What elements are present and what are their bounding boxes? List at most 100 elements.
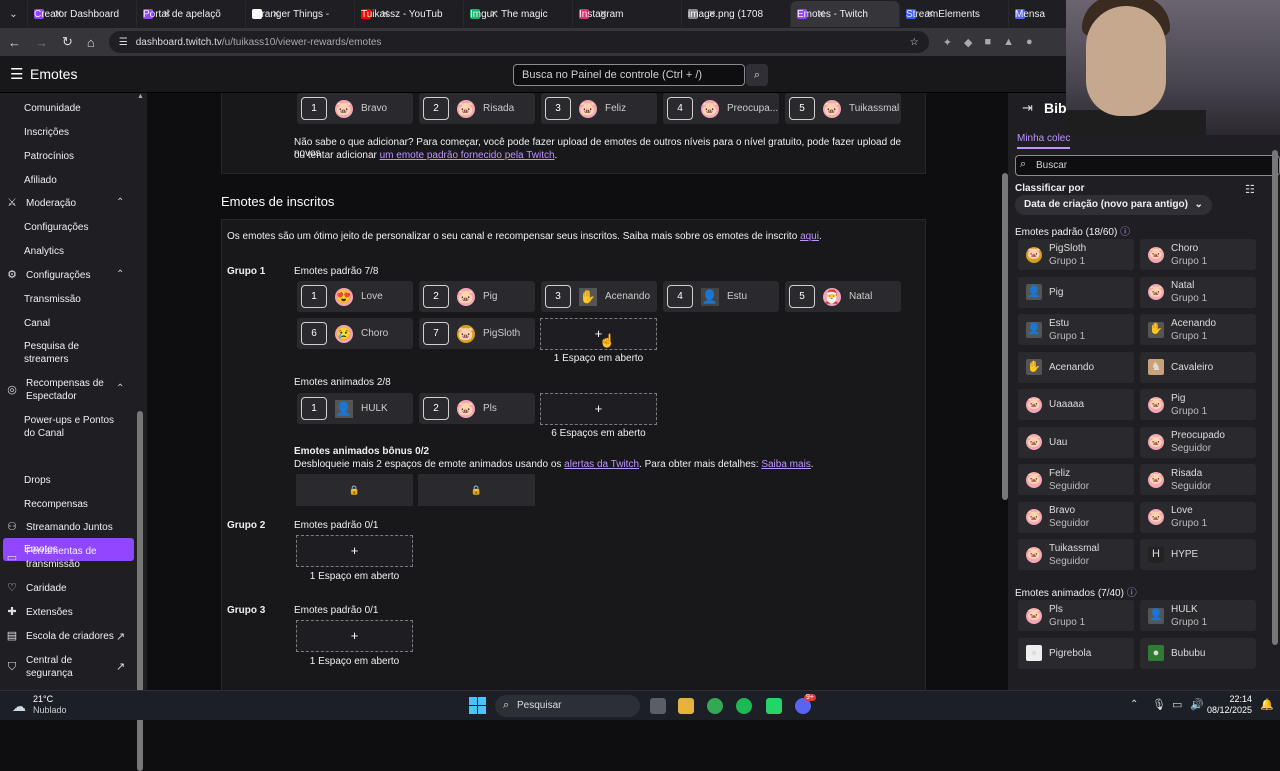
scroll-up-icon[interactable]: ▲ [137, 93, 145, 100]
windows-start-icon[interactable] [469, 697, 486, 714]
sidebar-item-ferramentas[interactable]: ▭ Ferramentas de transmissão [6, 545, 116, 571]
network-icon[interactable]: ▭ [1172, 698, 1182, 711]
emote-slot[interactable]: 1 🐷 Bravo [297, 93, 413, 124]
weather-status[interactable]: Nublado [33, 705, 67, 715]
info-icon[interactable]: ⓘ [1127, 588, 1137, 599]
browser-tab[interactable]: image.png (1708 ✕ [682, 1, 791, 27]
library-emote-item[interactable]: ● Pigrebola [1018, 637, 1134, 669]
library-emote-item[interactable]: ● Bububu [1140, 637, 1256, 669]
emote-slot[interactable]: 2 🐷 Pls [419, 393, 535, 424]
library-emote-item[interactable]: 👤 Estu Grupo 1 [1018, 314, 1134, 345]
emote-slot[interactable]: 3 ✋ Acenando [541, 281, 657, 312]
sidebar-section-moderacao[interactable]: ⚔ Moderação [6, 197, 76, 210]
external-link-icon[interactable]: ↗ [116, 630, 125, 643]
emote-slot[interactable]: 4 🐷 Preocupa... [663, 93, 779, 124]
weather-temp[interactable]: 21°C [33, 694, 53, 704]
library-emote-item[interactable]: 🐷 Risada Seguidor [1140, 464, 1256, 495]
home-icon[interactable]: ⌂ [87, 35, 95, 50]
sidebar-item-transmissao[interactable]: Transmissão [24, 293, 81, 306]
library-emote-item[interactable]: 🐷 Uaaaaa [1018, 389, 1134, 420]
chevron-up-icon[interactable]: ⌃ [1130, 699, 1138, 710]
emote-slot[interactable]: 3 🐷 Feliz [541, 93, 657, 124]
browser-tab[interactable]: StreamElements ✕ [900, 1, 1009, 27]
library-emote-item[interactable]: 👤 Pig [1018, 276, 1134, 308]
search-icon[interactable]: ⌕ [746, 64, 768, 86]
emote-slot[interactable]: 1 😍 Love [297, 281, 413, 312]
browser-tab[interactable]: Portal de apelaçõ ✕ [137, 1, 246, 27]
emote-slot[interactable]: 4 👤 Estu [663, 281, 779, 312]
sidebar-item-powerups[interactable]: Power-ups e Pontos do Canal [24, 414, 124, 440]
sidebar-item-comunidade[interactable]: Comunidade [24, 102, 81, 115]
default-emote-link[interactable]: um emote padrão fornecido pela Twitch [380, 150, 555, 161]
library-scrollbar[interactable] [1272, 150, 1278, 645]
sidebar-item-patrocinios[interactable]: Patrocínios [24, 150, 74, 163]
library-emote-item[interactable]: ✋ Acenando Grupo 1 [1140, 314, 1256, 345]
emote-slot[interactable]: 5 🎅 Natal [785, 281, 901, 312]
sidebar-item-canal[interactable]: Canal [24, 317, 50, 330]
forward-icon[interactable]: → [35, 35, 48, 50]
browser-tab[interactable]: Instagram ✕ [573, 1, 682, 27]
external-link-icon[interactable]: ↗ [116, 660, 125, 673]
browser-tab-active[interactable]: Emotes - Twitch ✕ [791, 1, 900, 27]
menu-icon[interactable]: ☰ [10, 65, 24, 83]
clock-time[interactable]: 22:14 [1210, 694, 1252, 704]
extension-icon[interactable]: ▲ [1003, 36, 1014, 49]
sidebar-item-pesquisa[interactable]: Pesquisa de streamers [24, 340, 114, 366]
browser-tab[interactable]: Mensa [1009, 1, 1069, 27]
learn-more-link[interactable]: Saiba mais [761, 459, 810, 470]
browser-tab[interactable]: Imgur: The magic ✕ [464, 1, 573, 27]
library-emote-item[interactable]: 🐷 Natal Grupo 1 [1140, 276, 1256, 308]
sidebar-item-streamando-juntos[interactable]: ⚇ Streamando Juntos [6, 521, 113, 534]
sidebar-item-extensoes[interactable]: ✚ Extensões [6, 606, 72, 619]
library-emote-item[interactable]: 🐷 Pls Grupo 1 [1018, 600, 1134, 631]
site-info-icon[interactable]: ☰ [119, 37, 128, 48]
add-emote-button[interactable]: + [296, 620, 413, 652]
sidebar-section-recompensas[interactable]: ◎ Recompensas de Espectador [6, 377, 108, 403]
chrome-icon[interactable] [707, 698, 723, 714]
library-emote-item[interactable]: 🐷 Choro Grupo 1 [1140, 239, 1256, 270]
extension-icon[interactable]: ◆ [964, 36, 972, 49]
add-animated-emote-button[interactable]: + [540, 393, 657, 425]
whatsapp-icon[interactable] [766, 698, 782, 714]
sidebar-item-caridade[interactable]: ♡ Caridade [6, 582, 67, 595]
star-icon[interactable]: ☆ [910, 37, 919, 48]
emote-slot[interactable]: 2 🐷 Risada [419, 93, 535, 124]
notification-bell-icon[interactable]: 🔔 [1260, 698, 1274, 711]
sidebar-item-afiliado[interactable]: Afiliado [24, 174, 57, 187]
back-icon[interactable]: ← [8, 35, 21, 50]
browser-tab[interactable]: Tuikassz - YouTub ✕ [355, 1, 464, 27]
sidebar-item-inscricoes[interactable]: Inscrições [24, 126, 69, 139]
chevron-up-icon[interactable]: ⌃ [116, 383, 124, 394]
library-emote-item[interactable]: H HYPE [1140, 539, 1256, 570]
sidebar-item-analytics[interactable]: Analytics [24, 245, 64, 258]
info-icon[interactable]: ⓘ [1120, 227, 1130, 238]
sidebar-item-recompensas[interactable]: Recompensas [24, 498, 88, 511]
dashboard-search-input[interactable]: Busca no Painel de controle (Ctrl + /) [513, 64, 745, 86]
filter-icon[interactable]: ☷ [1245, 183, 1255, 196]
sidebar-item-seguranca[interactable]: ⛉ Central de segurança [6, 654, 96, 680]
chevron-up-icon[interactable]: ⌃ [116, 197, 124, 208]
library-emote-item[interactable]: 🐷 Uau [1018, 426, 1134, 458]
browser-tab[interactable]: Creator Dashboard ✕ [28, 1, 137, 27]
sidebar-section-configuracoes[interactable]: ⚙ Configurações [6, 269, 90, 282]
library-search-input[interactable]: Buscar [1015, 155, 1280, 176]
twitch-alerts-link[interactable]: alertas da Twitch [564, 459, 639, 470]
library-emote-item[interactable]: ♞ Cavaleiro [1140, 351, 1256, 383]
sidebar-item-configuracoes-mod[interactable]: Configurações [24, 221, 88, 234]
library-emote-item[interactable]: 🐷 Tuikassmal Seguidor [1018, 539, 1134, 570]
emote-slot[interactable]: 1 👤 HULK [297, 393, 413, 424]
library-emote-item[interactable]: 🐷 Love Grupo 1 [1140, 501, 1256, 533]
file-explorer-icon[interactable] [678, 698, 694, 714]
extension-icon[interactable]: ✦ [943, 36, 952, 49]
extension-icon[interactable]: ● [1026, 36, 1033, 49]
extension-icon[interactable]: ■ [984, 36, 991, 49]
tab-my-collection[interactable]: Minha colec [1017, 133, 1071, 149]
emote-slot[interactable]: 2 🐷 Pig [419, 281, 535, 312]
emote-slot[interactable]: 6 😢 Choro [297, 318, 413, 349]
task-view-icon[interactable] [650, 698, 666, 714]
clock-date[interactable]: 08/12/2025 [1200, 705, 1252, 715]
sort-dropdown[interactable]: Data de criação (novo para antigo) ⌄ [1015, 195, 1212, 215]
browser-tab[interactable]: Stranger Things - ✕ [246, 1, 355, 27]
tab-list-button[interactable]: ⌄ [0, 1, 28, 27]
library-emote-item[interactable]: 🐷 Pig Grupo 1 [1140, 389, 1256, 420]
